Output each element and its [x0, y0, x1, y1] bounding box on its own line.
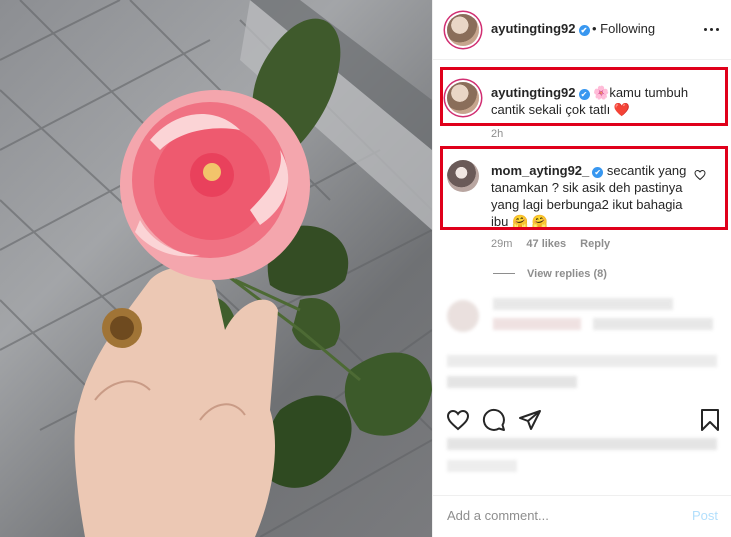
heart-icon[interactable] [446, 408, 470, 432]
author-username[interactable]: ayutingting92 [491, 21, 576, 36]
redacted-text [447, 355, 717, 367]
post-actions-bar [433, 400, 731, 440]
more-options-icon[interactable] [702, 22, 722, 38]
add-comment-input[interactable]: Add a comment... [447, 508, 549, 523]
comment-highlight-box [440, 146, 728, 230]
rose-photo-illustration [0, 0, 432, 537]
post-header: ayutingting92 ✔ • Following [433, 0, 731, 60]
redacted-text [493, 298, 673, 310]
view-replies-label[interactable]: View replies (8) [527, 268, 607, 280]
caption-highlight-box [440, 67, 728, 126]
view-replies-link[interactable]: View replies (8) [493, 268, 607, 280]
redacted-text [493, 318, 581, 330]
replies-dash [493, 273, 515, 274]
following-status[interactable]: • Following [592, 21, 655, 36]
share-icon[interactable] [518, 408, 542, 432]
redacted-text [447, 376, 577, 388]
author-username-block[interactable]: ayutingting92 ✔ [491, 21, 590, 36]
redacted-likes [447, 438, 717, 450]
comment-likes[interactable]: 47 likes [526, 238, 566, 250]
add-comment-bar: Add a comment... Post [433, 495, 731, 537]
reply-button[interactable]: Reply [580, 238, 610, 250]
caption-timestamp[interactable]: 2h [491, 128, 503, 140]
redacted-date [447, 460, 517, 472]
comment-icon[interactable] [482, 408, 506, 432]
post-photo[interactable] [0, 0, 432, 537]
post-comment-button[interactable]: Post [692, 508, 718, 523]
verified-badge-icon: ✔ [578, 25, 590, 36]
redacted-text [593, 318, 713, 330]
bookmark-icon[interactable] [699, 408, 721, 432]
comment-meta: 29m 47 likes Reply [491, 238, 610, 250]
author-avatar[interactable] [447, 14, 479, 46]
redacted-avatar [447, 300, 479, 332]
comment-timestamp[interactable]: 29m [491, 238, 512, 250]
post-side-panel: ayutingting92 ✔ • Following ayutingting92… [432, 0, 731, 537]
